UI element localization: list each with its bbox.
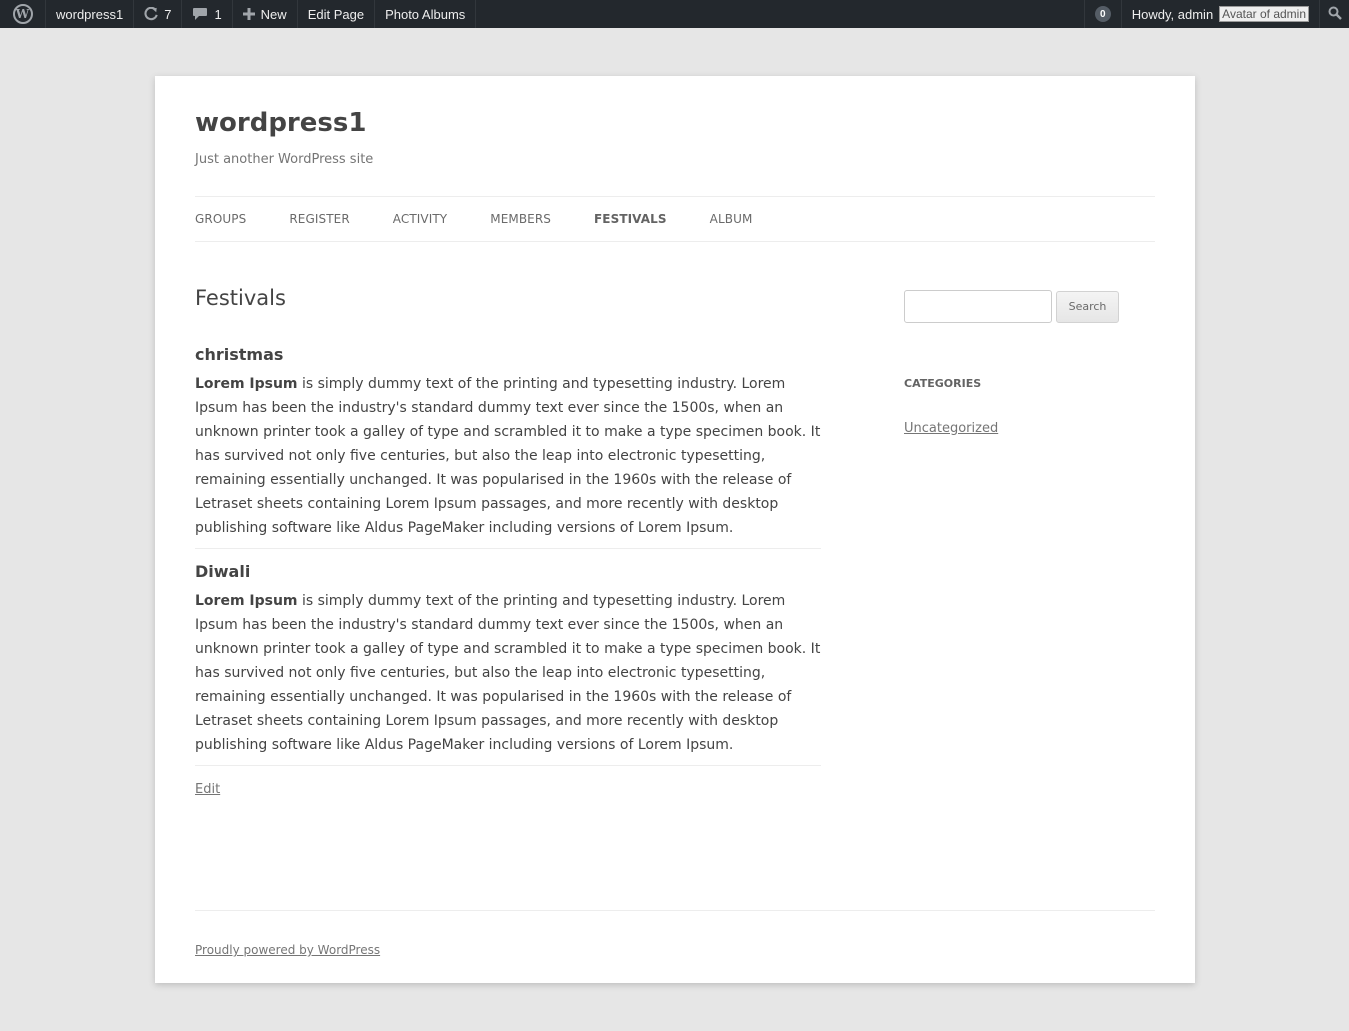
nav-item-members[interactable]: MEMBERS	[490, 212, 551, 226]
page-container: wordpress1 Just another WordPress site G…	[155, 76, 1195, 983]
edit-page-label: Edit Page	[307, 6, 365, 22]
search-button[interactable]: Search	[1056, 290, 1119, 323]
site-name-link[interactable]: wordpress1	[46, 0, 135, 28]
entry-body: is simply dummy text of the printing and…	[195, 593, 821, 753]
search-icon	[1328, 6, 1342, 23]
entry-text: Lorem Ipsum is simply dummy text of the …	[195, 589, 821, 757]
entry-text: Lorem Ipsum is simply dummy text of the …	[195, 372, 821, 540]
comments-link[interactable]: 1	[182, 0, 233, 28]
festival-entry: Diwali Lorem Ipsum is simply dummy text …	[195, 561, 821, 766]
entry-body: is simply dummy text of the printing and…	[195, 376, 821, 536]
admin-bar-right: 0 Howdy, admin Avatar of admin	[1083, 0, 1349, 28]
main-content: Festivals christmas Lorem Ipsum is simpl…	[195, 286, 821, 797]
categories-title: CATEGORIES	[904, 377, 982, 390]
entry-lead: Lorem Ipsum	[195, 376, 298, 392]
new-label: New	[260, 6, 287, 22]
nav-item-festivals[interactable]: FESTIVALS	[594, 212, 667, 226]
edit-page-link[interactable]: Edit Page	[298, 0, 376, 28]
nav-item-album[interactable]: ALBUM	[710, 212, 753, 226]
site-title[interactable]: wordpress1	[195, 108, 366, 138]
sidebar: Search CATEGORIES Uncategorized	[904, 290, 1154, 436]
site-name-label: wordpress1	[56, 6, 124, 22]
my-account-menu[interactable]: Howdy, admin Avatar of admin	[1120, 0, 1319, 28]
howdy-label: Howdy, admin	[1131, 6, 1214, 22]
notifications-badge: 0	[1094, 6, 1111, 22]
comment-bubble-icon	[192, 7, 208, 21]
page-title: Festivals	[195, 286, 286, 310]
search-input[interactable]	[904, 290, 1052, 323]
updates-count: 7	[164, 6, 172, 22]
comments-count: 1	[214, 6, 222, 22]
edit-link[interactable]: Edit	[195, 782, 220, 797]
entry-heading: Diwali	[195, 562, 251, 581]
nav-item-groups[interactable]: GROUPS	[195, 212, 246, 226]
adminbar-search-button[interactable]	[1319, 0, 1349, 28]
photo-albums-label: Photo Albums	[385, 6, 466, 22]
nav-item-activity[interactable]: ACTIVITY	[393, 212, 447, 226]
nav-item-register[interactable]: REGISTER	[289, 212, 349, 226]
wp-menu-button[interactable]: W	[0, 0, 46, 28]
category-link-uncategorized[interactable]: Uncategorized	[904, 421, 1154, 436]
plus-icon	[242, 8, 255, 20]
site-description: Just another WordPress site	[195, 152, 374, 167]
refresh-icon	[144, 7, 158, 21]
site-footer: Proudly powered by WordPress	[195, 910, 1155, 958]
main-navigation: GROUPS REGISTER ACTIVITY MEMBERS FESTIVA…	[195, 196, 1155, 242]
admin-bar: W wordpress1 7 1 New Edit Page Photo Alb…	[0, 0, 1349, 28]
photo-albums-link[interactable]: Photo Albums	[375, 0, 477, 28]
updates-link[interactable]: 7	[134, 0, 183, 28]
entry-heading: christmas	[195, 345, 284, 364]
new-content-button[interactable]: New	[233, 0, 298, 28]
avatar: Avatar of admin	[1219, 6, 1309, 22]
festival-entry: christmas Lorem Ipsum is simply dummy te…	[195, 344, 821, 549]
entry-lead: Lorem Ipsum	[195, 593, 298, 609]
search-form: Search	[904, 290, 1154, 323]
notifications-button[interactable]: 0	[1083, 0, 1121, 28]
footer-credit-link[interactable]: Proudly powered by WordPress	[195, 943, 380, 957]
wordpress-logo-icon: W	[12, 4, 33, 24]
admin-bar-left: W wordpress1 7 1 New Edit Page Photo Alb…	[0, 0, 477, 28]
